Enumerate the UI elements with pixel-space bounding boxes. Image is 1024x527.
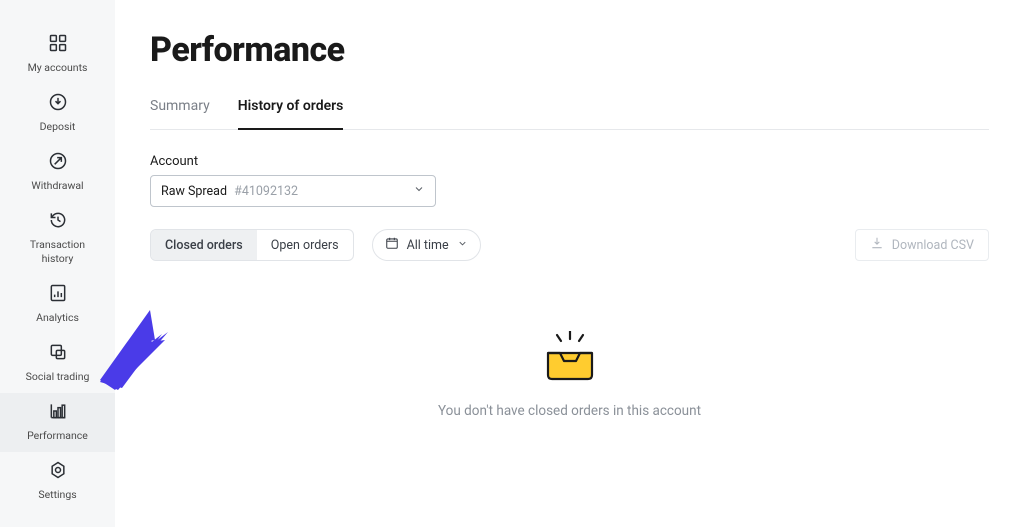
account-field-label: Account [150,154,989,169]
accounts-icon [48,33,68,57]
segment-closed-orders[interactable]: Closed orders [151,230,257,260]
sidebar-item-label: Transaction history [30,238,85,264]
sidebar-item-label: Deposit [40,120,76,133]
time-range-pill[interactable]: All time [372,229,481,261]
empty-message: You don't have closed orders in this acc… [438,403,701,419]
social-trading-icon [48,342,68,366]
deposit-icon [48,92,68,116]
tabs: Summary History of orders [150,98,989,130]
account-type: Raw Spread [161,184,227,199]
download-icon [870,236,884,254]
sidebar-item-my-accounts[interactable]: My accounts [0,25,115,84]
history-icon [48,210,68,234]
download-csv-label: Download CSV [892,238,974,253]
withdrawal-icon [48,151,68,175]
sidebar-item-performance[interactable]: Performance [0,393,115,452]
calendar-icon [385,236,399,254]
sidebar-item-label: Settings [38,488,76,501]
account-select[interactable]: Raw Spread #41092132 [150,175,436,207]
sidebar-item-label: My accounts [28,61,88,74]
sidebar-item-settings[interactable]: Settings [0,452,115,511]
sidebar-item-label: Performance [27,429,88,442]
sidebar-item-analytics[interactable]: Analytics [0,275,115,334]
tab-history-of-orders[interactable]: History of orders [238,98,344,130]
analytics-icon [48,283,68,307]
segment-open-orders[interactable]: Open orders [257,230,353,260]
sidebar-item-label: Social trading [26,370,90,383]
sidebar-item-social-trading[interactable]: Social trading [0,334,115,393]
controls-row: Closed orders Open orders All time [150,229,989,261]
sidebar-item-label: Withdrawal [31,179,83,192]
empty-inbox-icon [540,331,600,387]
chevron-down-icon [457,238,468,253]
sidebar-item-label: Analytics [36,311,79,324]
tab-summary[interactable]: Summary [150,98,210,130]
time-range-label: All time [407,238,449,253]
sidebar: My accounts Deposit Withdrawal [0,0,115,527]
sidebar-item-withdrawal[interactable]: Withdrawal [0,143,115,202]
gear-icon [48,460,68,484]
order-status-segmented: Closed orders Open orders [150,229,354,261]
sidebar-item-transaction-history[interactable]: Transaction history [0,202,115,274]
empty-state: You don't have closed orders in this acc… [150,331,989,419]
chevron-down-icon [413,183,425,199]
download-csv-button[interactable]: Download CSV [855,229,989,261]
sidebar-item-deposit[interactable]: Deposit [0,84,115,143]
performance-icon [48,401,68,425]
account-id: #41092132 [234,184,298,199]
main-content: Performance Summary History of orders Ac… [115,0,1024,527]
page-title: Performance [150,30,989,70]
